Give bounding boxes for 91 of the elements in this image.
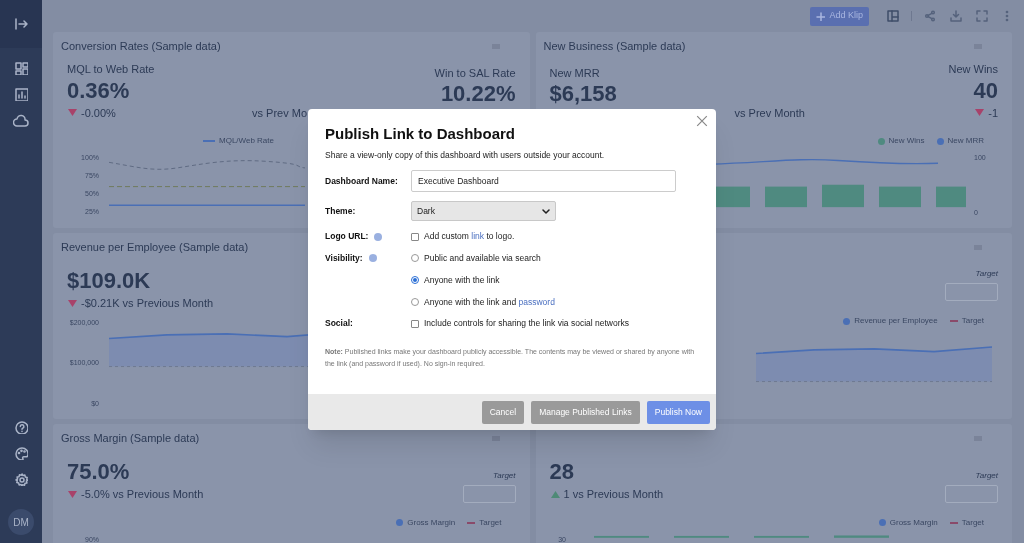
field-label: Dashboard Name:	[325, 174, 398, 188]
legend-label: MQL/Web Rate	[219, 135, 274, 147]
help-icon[interactable]	[14, 421, 28, 434]
dashboard-icon[interactable]	[14, 62, 28, 75]
change-text: 1 vs Previous Month	[563, 487, 664, 502]
settings-icon[interactable]	[14, 473, 28, 486]
info-icon[interactable]	[368, 254, 377, 263]
target-label: Target	[975, 268, 998, 280]
field-label: Logo URL:	[325, 230, 369, 243]
dialog-subtitle: Share a view-only copy of this dashboard with users outside your account.	[325, 148, 606, 162]
dialog-button[interactable]: Publish Now	[646, 400, 710, 424]
change-text: -0.00%	[81, 105, 116, 121]
legend-label: Gross Margin	[407, 516, 456, 529]
radio-label: Anyone with the link	[424, 273, 500, 287]
bar	[594, 535, 649, 538]
radio-label: Anyone with the link and password	[424, 295, 555, 309]
bar	[879, 186, 921, 208]
dashboard-name-field[interactable]: Executive Dashboard	[411, 170, 676, 193]
close-button[interactable]	[696, 115, 708, 127]
card-title: Gross Margin (Sample data)	[61, 430, 200, 446]
metric-label: New Wins	[948, 62, 998, 77]
palette-icon[interactable]	[14, 447, 28, 460]
target-label: Target	[975, 469, 998, 482]
theme-dropdown[interactable]: Dark	[411, 201, 556, 222]
metric-value: 10.22%	[440, 81, 516, 107]
target-field[interactable]	[462, 484, 516, 503]
metric-value: $6,158	[549, 81, 618, 107]
field-label: Theme:	[325, 204, 356, 218]
metric-value: 40	[973, 77, 998, 104]
legend-label: Revenue per Employee	[854, 315, 938, 327]
add-klip-button[interactable]: Add Klip	[810, 6, 869, 26]
up-triangle-icon	[549, 489, 561, 499]
down-triangle-icon	[67, 489, 78, 499]
down-triangle-icon	[974, 108, 986, 118]
radio-label: Public and available via search	[424, 252, 541, 265]
dialog-title: Publish Link to Dashboard	[325, 124, 516, 144]
down-triangle-icon	[67, 298, 78, 308]
metric-label: MQL to Web Rate	[67, 62, 156, 77]
plus-icon	[816, 11, 826, 21]
dialog-button[interactable]: Cancel	[481, 400, 525, 424]
bar	[765, 186, 807, 208]
layout-icon[interactable]	[887, 10, 899, 22]
target-field[interactable]	[945, 484, 998, 503]
card-title: New Business (Sample data)	[543, 38, 686, 54]
comparison-text: vs Prev Month	[734, 105, 805, 121]
legend-label: Target	[961, 315, 984, 327]
close-icon	[696, 115, 708, 127]
metric-label: New MRR	[549, 65, 601, 81]
legend-label: New Wins	[888, 135, 925, 147]
change-text: -5.0% vs Previous Month	[81, 487, 204, 502]
link[interactable]: link	[471, 231, 484, 242]
bar	[674, 535, 729, 538]
fullscreen-icon[interactable]	[976, 10, 988, 22]
metric-label: Win to SAL Rate	[434, 65, 516, 81]
bar	[754, 535, 809, 538]
checkbox-label: Include controls for sharing the link via social networks	[424, 317, 630, 330]
more-icon[interactable]	[1004, 10, 1010, 22]
metric-value: 75.0%	[67, 459, 131, 485]
comparison-text: vs Prev Mo	[252, 105, 307, 121]
cloud-icon[interactable]	[13, 114, 29, 128]
link[interactable]: password	[518, 296, 555, 307]
avatar[interactable]: DM	[8, 509, 34, 535]
checkbox[interactable]	[411, 319, 419, 328]
field-label: Visibility:	[325, 252, 363, 265]
share-icon[interactable]	[924, 10, 936, 22]
change-text: -1	[988, 105, 998, 121]
download-icon[interactable]	[950, 10, 962, 22]
field-label: Social:	[325, 317, 353, 330]
target-field[interactable]	[945, 283, 998, 301]
card-title: Conversion Rates (Sample data)	[61, 38, 221, 54]
legend-label: Target	[479, 516, 502, 529]
bar	[822, 184, 864, 208]
bar	[834, 534, 889, 538]
metric-value: 0.36%	[67, 77, 131, 104]
change-text: -$0.21K vs Previous Month	[81, 296, 214, 311]
legend-label: Gross Margin	[889, 516, 938, 529]
collapse-icon[interactable]	[14, 17, 28, 31]
checkbox-label: Add custom link to logo.	[424, 230, 515, 243]
legend-label: Target	[961, 516, 984, 529]
dialog-button[interactable]: Manage Published Links	[531, 400, 640, 424]
metric-value: $109.0K	[67, 268, 152, 294]
chart-icon[interactable]	[14, 88, 28, 101]
info-icon[interactable]	[374, 232, 383, 241]
card-title: Revenue per Employee (Sample data)	[61, 239, 249, 255]
legend-label: New MRR	[947, 135, 984, 147]
bar	[936, 186, 966, 208]
metric-value: 28	[549, 459, 575, 485]
checkbox[interactable]	[411, 232, 419, 241]
down-triangle-icon	[67, 108, 78, 118]
caret-icon	[542, 208, 550, 214]
target-label: Target	[493, 469, 516, 482]
